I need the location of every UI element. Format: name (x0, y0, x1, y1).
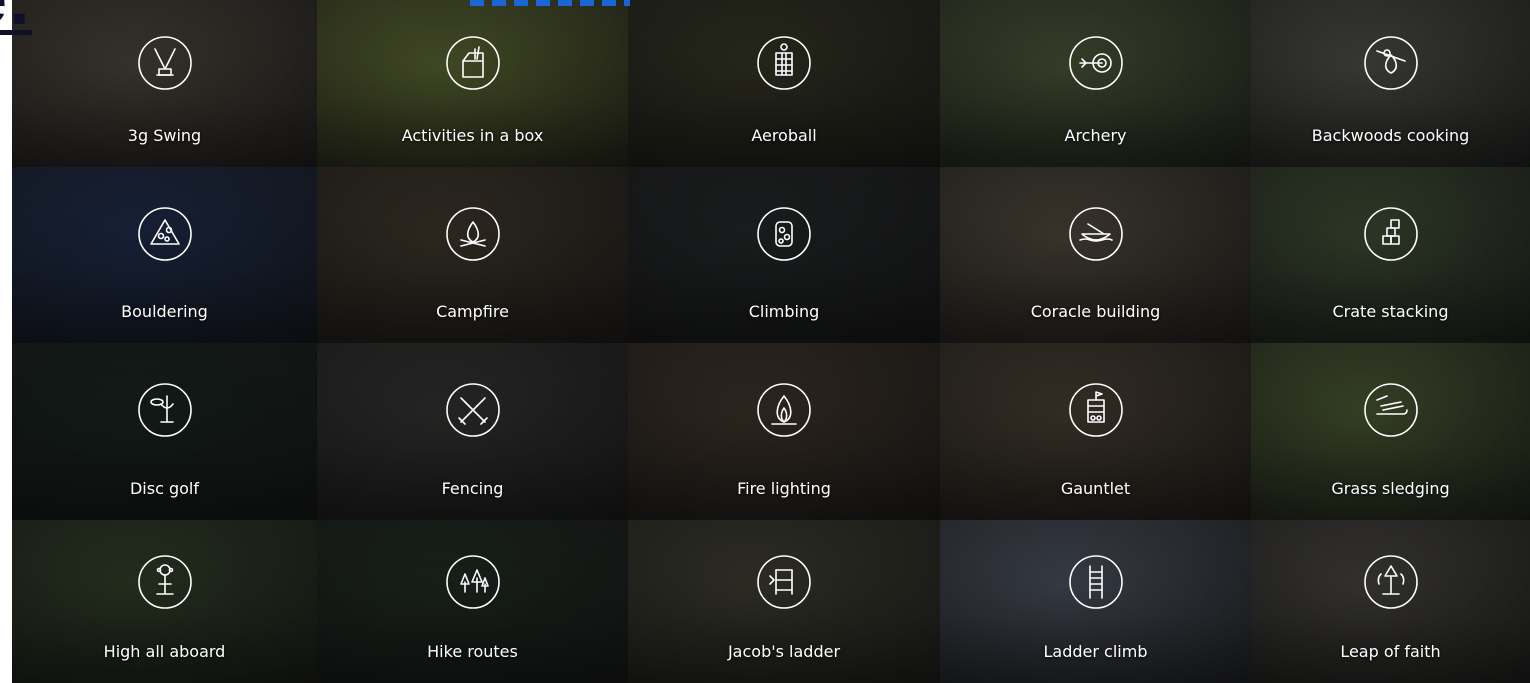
aeroball-icon (756, 35, 812, 91)
activity-tile[interactable]: Crate stacking (1251, 167, 1530, 343)
activity-label: Jacob's ladder (727, 642, 841, 661)
flame-icon (756, 382, 812, 438)
ladder-icon (1068, 554, 1124, 610)
activity-label: Grass sledging (1331, 479, 1450, 498)
activity-tile[interactable]: Jacob's ladder (628, 520, 940, 683)
activity-tile[interactable]: Activities in a box (317, 0, 628, 167)
activity-tile[interactable]: High all aboard (12, 520, 317, 683)
box-icon (445, 35, 501, 91)
gauntlet-tower-icon (1068, 382, 1124, 438)
activity-label: Crate stacking (1332, 302, 1449, 321)
activity-label: 3g Swing (127, 126, 202, 145)
archery-target-icon (1068, 35, 1124, 91)
activity-tile[interactable]: Disc golf (12, 343, 317, 520)
campfire-icon (445, 206, 501, 262)
activity-tile[interactable]: 3g Swing (12, 0, 317, 167)
activity-tile[interactable]: Grass sledging (1251, 343, 1530, 520)
activity-grid: 3g Swing Activities in a box Aeroball Arche… (12, 0, 1530, 683)
activity-label: Leap of faith (1340, 642, 1441, 661)
activity-tile[interactable]: Hike routes (317, 520, 628, 683)
fencing-swords-icon (445, 382, 501, 438)
activity-label: High all aboard (103, 642, 226, 661)
activity-label: Campfire (436, 302, 509, 321)
activity-label: Hike routes (427, 642, 518, 661)
crate-stack-icon (1363, 206, 1419, 262)
heading-link-underline (470, 0, 630, 6)
activity-tile[interactable]: Coracle building (940, 167, 1251, 343)
activity-tile[interactable]: Campfire (317, 167, 628, 343)
activity-tile[interactable]: Climbing (628, 167, 940, 343)
activity-label: Activities in a box (401, 126, 544, 145)
sledge-icon (1363, 382, 1419, 438)
activity-tile[interactable]: Fire lighting (628, 343, 940, 520)
activity-label: Aeroball (751, 126, 817, 145)
activity-tile[interactable]: Ladder climb (940, 520, 1251, 683)
section-heading: e: (0, 0, 32, 36)
activity-label: Archery (1064, 126, 1127, 145)
activity-label: Ladder climb (1043, 642, 1148, 661)
activity-label: Coracle building (1030, 302, 1161, 321)
activity-label: Fencing (441, 479, 504, 498)
forest-hike-icon (445, 554, 501, 610)
activity-tile[interactable]: Fencing (317, 343, 628, 520)
activity-label: Fire lighting (737, 479, 831, 498)
disc-golf-icon (137, 382, 193, 438)
activity-label: Gauntlet (1060, 479, 1131, 498)
activity-label: Disc golf (129, 479, 199, 498)
activity-label: Bouldering (121, 302, 208, 321)
coracle-boat-icon (1068, 206, 1124, 262)
activity-tile[interactable]: Bouldering (12, 167, 317, 343)
activity-tile[interactable]: Archery (940, 0, 1251, 167)
cooking-fire-icon (1363, 35, 1419, 91)
climbing-hold-icon (756, 206, 812, 262)
swing-icon (137, 35, 193, 91)
activity-tile[interactable]: Gauntlet (940, 343, 1251, 520)
jacobs-ladder-icon (756, 554, 812, 610)
activity-label: Backwoods cooking (1311, 126, 1470, 145)
activity-label: Climbing (748, 302, 820, 321)
leap-of-faith-icon (1363, 554, 1419, 610)
activity-tile[interactable]: Leap of faith (1251, 520, 1530, 683)
activity-tile[interactable]: Backwoods cooking (1251, 0, 1530, 167)
bouldering-wall-icon (137, 206, 193, 262)
high-all-aboard-icon (137, 554, 193, 610)
activity-tile[interactable]: Aeroball (628, 0, 940, 167)
